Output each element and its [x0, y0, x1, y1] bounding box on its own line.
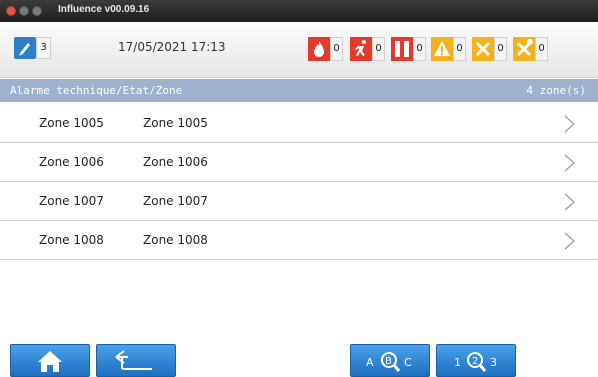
home-icon [38, 350, 62, 372]
date-time: 17/05/2021 17:13 [118, 40, 226, 54]
chevron-right-icon [564, 115, 575, 133]
fire-icon [308, 37, 330, 61]
zone-name: Zone 1005 [143, 116, 208, 130]
evacuation-icon [350, 37, 372, 61]
bottom-toolbar: A B C 1 2 3 [0, 341, 598, 377]
zone-row[interactable]: Zone 1005 Zone 1005 [0, 104, 598, 143]
zone-id: Zone 1008 [39, 233, 104, 247]
search-numeric-button[interactable]: 1 2 3 [436, 344, 516, 377]
zone-row[interactable]: Zone 1008 Zone 1008 [0, 221, 598, 260]
alarm-door-count: 0 [413, 37, 426, 61]
title-bar: Influence v00.09.16 [0, 0, 598, 22]
back-button[interactable] [96, 344, 176, 377]
zone-row[interactable]: Zone 1006 Zone 1006 [0, 143, 598, 182]
status-bar: 3 17/05/2021 17:13 0 0 0 0 0 0 [0, 22, 598, 78]
zone-name: Zone 1008 [143, 233, 208, 247]
search-alpha-icon: A B C [366, 351, 412, 372]
zone-name: Zone 1007 [143, 194, 208, 208]
home-button[interactable] [10, 344, 90, 377]
door-icon [391, 37, 413, 61]
alarm-disabled-count: 0 [535, 37, 548, 61]
back-arrow-icon [115, 349, 152, 370]
zone-id: Zone 1005 [39, 116, 104, 130]
close-window-button[interactable] [6, 6, 16, 16]
search-alpha-button[interactable]: A B C [350, 344, 430, 377]
svg-text:1: 1 [454, 356, 461, 369]
user-count: 3 [36, 37, 51, 59]
minimize-window-button[interactable] [19, 6, 29, 16]
chevron-right-icon [564, 193, 575, 211]
zone-count: 4 zone(s) [526, 84, 586, 97]
zone-id: Zone 1007 [39, 194, 104, 208]
svg-text:A: A [366, 356, 374, 369]
disabled-icon [513, 37, 535, 61]
fault-icon [472, 37, 494, 61]
search-numeric-icon: 1 2 3 [454, 351, 497, 372]
alarm-evacuation-count: 0 [372, 37, 385, 61]
chevron-right-icon [564, 154, 575, 172]
svg-text:B: B [385, 356, 392, 367]
warning-icon [431, 37, 453, 61]
svg-text:3: 3 [490, 356, 497, 369]
zone-row[interactable]: Zone 1007 Zone 1007 [0, 182, 598, 221]
alarm-fire-count: 0 [330, 37, 343, 61]
zone-id: Zone 1006 [39, 155, 104, 169]
user-icon[interactable] [14, 37, 36, 59]
chevron-right-icon [564, 232, 575, 250]
alarm-fault-count: 0 [494, 37, 507, 61]
maximize-window-button[interactable] [32, 6, 42, 16]
breadcrumb: Alarme technique/Etat/Zone [10, 84, 183, 97]
zone-name: Zone 1006 [143, 155, 208, 169]
alarm-warning-count: 0 [453, 37, 466, 61]
app-title: Influence v00.09.16 [58, 4, 150, 15]
list-header: Alarme technique/Etat/Zone 4 zone(s) [0, 79, 598, 102]
zone-list: Zone 1005 Zone 1005 Zone 1006 Zone 1006 … [0, 104, 598, 260]
svg-text:C: C [404, 356, 412, 369]
svg-text:2: 2 [472, 356, 478, 367]
